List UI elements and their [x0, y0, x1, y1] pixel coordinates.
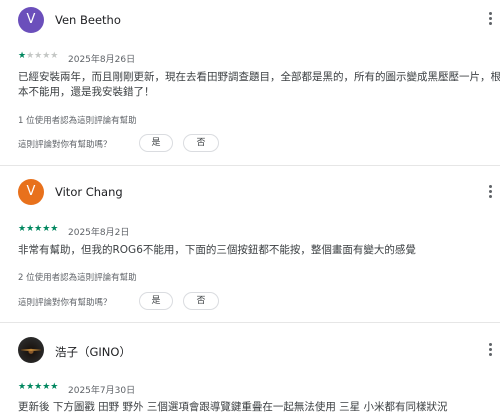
- review-text-line: 已經安裝兩年，而且剛剛更新，現在去看田野調查題目，全部都是黑的，所有的圖示變成黑…: [18, 71, 500, 83]
- review-date: 2025年8月26日: [68, 55, 136, 65]
- review-text-line: 本不能用，還是我安裝錯了！: [18, 86, 155, 98]
- avatar: [18, 337, 44, 363]
- review-date: 2025年7月30日: [68, 386, 136, 396]
- avatar: V: [18, 7, 44, 33]
- star-icon: ★★★★: [26, 51, 59, 61]
- review-text-line: 更新後 下方圖戳 田野 野外 三個選項會跟導覽鍵重疊在一起無法使用 三星 小米都…: [18, 401, 448, 413]
- more-vert-icon[interactable]: [485, 12, 495, 28]
- helpful-count: 2 位使用者認為這則評論有幫助: [18, 273, 137, 283]
- helpful-yes-button[interactable]: 是: [139, 134, 173, 152]
- helpful-question: 這則評論對你有幫助嗎？: [18, 298, 112, 308]
- review-date: 2025年8月2日: [68, 228, 130, 238]
- helpful-question: 這則評論對你有幫助嗎？: [18, 140, 112, 150]
- reviewer-name: Vitor Chang: [55, 185, 123, 199]
- helpful-no-button[interactable]: 否: [183, 134, 219, 152]
- star-icon: ★★★★★: [18, 224, 59, 234]
- helpful-yes-button[interactable]: 是: [139, 292, 173, 310]
- helpful-count: 1 位使用者認為這則評論有幫助: [18, 116, 137, 126]
- review-text: 更新後 下方圖戳 田野 野外 三個選項會跟導覽鍵重疊在一起無法使用 三星 小米都…: [18, 400, 500, 415]
- review-text: 非常有幫助，但我的ROG6不能用，下面的三個按鈕都不能按，整個畫面有變大的感覺: [18, 243, 500, 258]
- star-rating: ★★★★★: [18, 382, 58, 392]
- divider: [0, 165, 500, 166]
- star-rating: ★★★★★: [18, 51, 58, 61]
- divider: [0, 322, 500, 323]
- reviewer-name: 浩子（GINO）: [55, 345, 131, 359]
- star-icon: ★: [18, 51, 27, 61]
- helpful-no-button[interactable]: 否: [183, 292, 219, 310]
- reviewer-name: Ven Beetho: [55, 13, 121, 27]
- avatar: V: [18, 179, 44, 205]
- more-vert-icon[interactable]: [485, 185, 495, 201]
- review-text-line: 非常有幫助，但我的ROG6不能用，下面的三個按鈕都不能按，整個畫面有變大的感覺: [18, 244, 416, 256]
- review-text: 已經安裝兩年，而且剛剛更新，現在去看田野調查題目，全部都是黑的，所有的圖示變成黑…: [18, 70, 500, 100]
- more-vert-icon[interactable]: [485, 343, 495, 359]
- star-icon: ★★★★★: [18, 382, 59, 392]
- star-rating: ★★★★★: [18, 224, 58, 234]
